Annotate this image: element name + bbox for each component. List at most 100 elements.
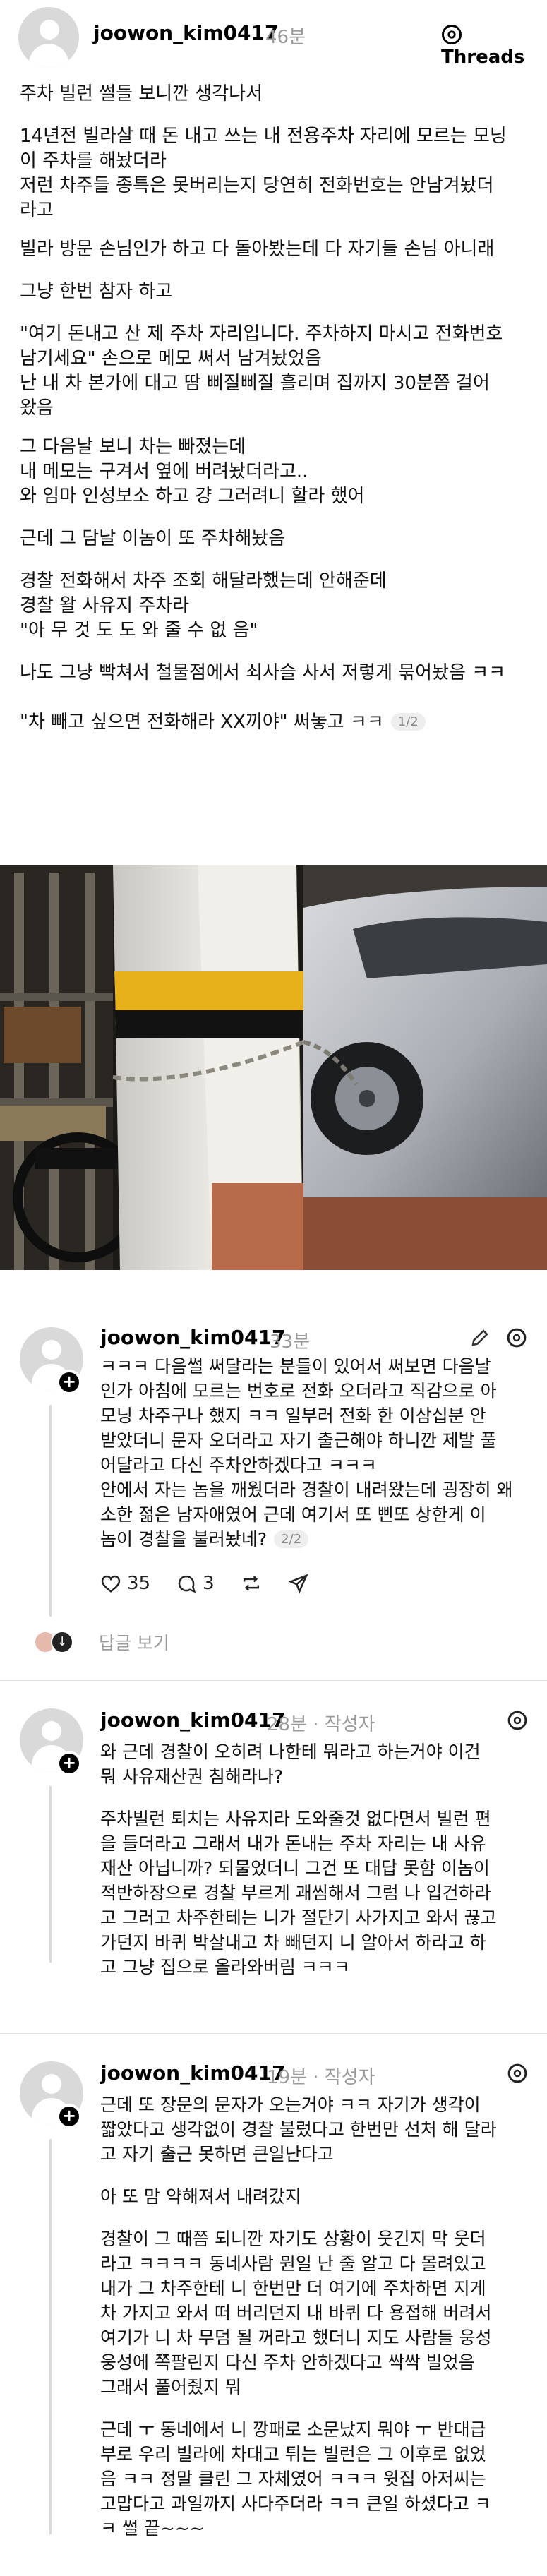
reply3-text-line: 고맙다고 과일까지 사다주더라 ㅋㅋ 큰일 하셨다고 ㅋ [100, 2493, 491, 2514]
post-time: 46분 [265, 27, 306, 48]
threads-icon [442, 25, 462, 44]
reply3-text-line: 여기가 니 차 무덤 될 꺼라고 했더니 지도 사람들 웅성 [100, 2328, 492, 2348]
share-button[interactable] [288, 1573, 309, 1594]
post-text-line: "여기 돈내고 산 제 주차 자리입니다. 주차하지 마시고 전화번호 [20, 323, 503, 345]
post-text-line: 와 임마 인성보소 하고 걍 그러려니 할라 했어 [20, 486, 365, 507]
follow-plus-icon[interactable]: + [56, 1751, 82, 1776]
reply3-text-line: 그래서 풀어줬지 뭐 [100, 2377, 241, 2397]
reply1-pager: 2/2 [274, 1530, 309, 1548]
post-text-last: "차 빼고 싶으면 전화해라 XX끼야" 써놓고 ㅋㅋ [20, 712, 384, 733]
thread-line [49, 2139, 52, 2534]
reply3-text-line: 내가 그 차주한테 니 한번만 더 여기에 주차하면 지게 [100, 2278, 486, 2299]
post-text-line: 난 내 차 본가에 대고 땀 삐질삐질 흘리며 집까지 30분쯤 걸어 [20, 373, 490, 394]
post-text-line: 주차 빌런 썰들 보니깐 생각나서 [20, 83, 263, 104]
post-text-line: 그냥 한번 참자 하고 [20, 281, 173, 302]
threads-icon[interactable] [506, 1327, 527, 1348]
threads-label: Threads [441, 47, 525, 68]
post-text-line: 내 메모는 구겨서 옆에 버려놨더라고.. [20, 461, 308, 482]
heart-icon [101, 1575, 121, 1593]
divider [0, 2033, 547, 2034]
reply1-text-line: 놈이 경찰을 불러놨네? 2/2 [100, 1526, 309, 1551]
author-tag: 작성자 [324, 2067, 375, 2088]
post-text-line: 왔음 [20, 397, 54, 419]
post-text-line: 라고 [20, 200, 54, 221]
reply3-time: 19분 [267, 2067, 308, 2088]
comment-count: 3 [203, 1573, 215, 1594]
reply1-actions [469, 1327, 527, 1348]
post-text-line: "차 빼고 싶으면 전화해라 XX끼야" 써놓고 ㅋㅋ 1/2 [20, 707, 426, 733]
like-button[interactable]: 35 [100, 1573, 150, 1594]
reply1-text-line: 안에서 자는 놈을 깨웠더라 경찰이 내려왔는데 굉장히 왜 [100, 1480, 513, 1500]
comment-button[interactable]: 3 [176, 1573, 215, 1594]
post-text-line: 빌라 방문 손님인가 하고 다 돌아봤는데 다 자기들 손님 아니래 [20, 239, 495, 260]
reply1-text-line: ㅋㅋㅋ 다음썰 써달라는 분들이 있어서 써보면 다음날 [100, 1356, 491, 1377]
author-tag: 작성자 [324, 1714, 375, 1735]
reply3-text-line: 차 가지고 와서 떠 버리던지 내 바퀴 다 용접해 버려서 [100, 2303, 492, 2323]
post-username[interactable]: joowon_kim0417 [93, 21, 278, 44]
post-text-line: 남기세요" 손으로 메모 써서 남겨놨었음 [20, 348, 322, 369]
reply2-meta: 28분 · 작성자 [267, 1714, 375, 1735]
reply2-text-line: 와 근데 경찰이 오히려 나한테 뭐라고 하는거야 이건 [100, 1742, 481, 1762]
reply2-text-line: 을 들더라고 그래서 내가 돈내는 주차 자리는 내 사유 [100, 1833, 486, 1854]
reply3-text-line: 근데 또 장문의 문자가 오는거야 ㅋㅋ 자기가 생각이 [100, 2095, 481, 2115]
chained-car-photo [0, 865, 547, 1270]
follow-plus-icon[interactable]: + [56, 1370, 82, 1395]
edit-pencil-icon[interactable] [469, 1327, 491, 1348]
reply1-text-last: 놈이 경찰을 불러놨네? [100, 1529, 268, 1550]
divider [0, 1680, 547, 1681]
reply3-text-line: 웅성에 쪽팔린지 다신 주차 안하겠다고 싹싹 빌었음 [100, 2352, 475, 2373]
reply1-time: 33분 [270, 1331, 311, 1353]
comment-icon [178, 1575, 196, 1593]
reply3-username[interactable]: joowon_kim0417 [100, 2061, 285, 2085]
reply3-text-line: 음 ㅋㅋ 정말 클린 그 자체였어 ㅋㅋㅋ 윗집 아저씨는 [100, 2469, 486, 2489]
post-text-line: 나도 그냥 빡쳐서 철물점에서 쇠사슬 사서 저렇게 묶어놨음 ㅋㅋ [20, 662, 506, 683]
reply1-action-bar: 35 3 [100, 1573, 309, 1594]
post-text-line: 근데 그 담날 이놈이 또 주차해놨음 [20, 528, 286, 549]
reply1-text-line: 인가 아침에 모르는 번호로 전화 오더라고 직감으로 아 [100, 1381, 497, 1401]
reply2-text-line: 가던지 바퀴 박살내고 차 빼던지 니 알아서 하라고 하 [100, 1932, 486, 1953]
post-pager: 1/2 [390, 713, 426, 731]
post-text-line: 14년전 빌라살 때 돈 내고 쓰는 내 전용주차 자리에 모르는 모닝 [20, 126, 507, 147]
repost-icon [243, 1576, 259, 1591]
reply3-text-line: 고 자기 출근 못하면 큰일난다고 [100, 2144, 334, 2164]
reply3-text-line: 짧았다고 생각없이 경찰 불렀다고 한번만 선처 해 달라 [100, 2119, 497, 2140]
reply3-text-line: 부로 우리 빌라에 차대고 튀는 빌런은 그 이후로 없었 [100, 2444, 486, 2464]
reply1-text-line: 받았더니 문자 오더라고 자기 출근해야 하니깐 제발 풀 [100, 1430, 497, 1451]
reply2-text-line: 주차빌런 퇴치는 사유지라 도와줄것 없다면서 빌런 편 [100, 1809, 491, 1829]
send-icon [288, 1574, 308, 1594]
post-text-line: 경찰 전화해서 차주 조회 해달라했는데 안해준데 [20, 570, 387, 592]
reply3-text-line: ㅋ 썰 끝~~~ [100, 2518, 205, 2539]
post-avatar[interactable] [18, 7, 79, 68]
post-text-line: 저런 차주들 종특은 못버리는지 당연히 전화번호는 안남겨놨더 [20, 175, 494, 196]
view-replies[interactable]: ↓ 답글 보기 [34, 1629, 169, 1655]
thread-line [49, 1786, 52, 1963]
reply2-time: 28분 [267, 1714, 308, 1735]
reply1-text-line: 모닝 차주구나 했지 ㅋㅋ 일부러 전화 한 이삼십분 안 [100, 1406, 486, 1426]
view-replies-label: 답글 보기 [99, 1633, 169, 1653]
reply3-text-line: 경찰이 그 때쯤 되니깐 자기도 상황이 웃긴지 막 웃더 [100, 2229, 486, 2249]
reply3-text-line: 아 또 맘 약해져서 내려갔지 [100, 2186, 301, 2207]
reply3-text-line: 근데 ㅜ 동네에서 니 깡패로 소문났지 뭐야 ㅜ 반대급 [100, 2419, 486, 2440]
reply2-text-line: 고 그러고 차주한테는 니가 절단기 사가지고 와서 끊고 [100, 1907, 497, 1928]
post-text-line: "아 무 것 도 도 와 줄 수 없 음" [20, 620, 258, 641]
threads-icon[interactable] [507, 1710, 528, 1731]
reply3-meta: 19분 · 작성자 [267, 2067, 375, 2088]
reply2-text-line: 고 그냥 집으로 올라와버림 ㅋㅋㅋ [100, 1957, 350, 1977]
repost-button[interactable] [240, 1573, 263, 1594]
reply2-text-line: 뭐 사유재산권 침해라나? [100, 1766, 284, 1787]
post-text-line: 경찰 왈 사유지 주차라 [20, 595, 190, 616]
post-text-line: 이 주차를 해놨더라 [20, 150, 167, 172]
reply2-username[interactable]: joowon_kim0417 [100, 1708, 285, 1732]
reply1-username[interactable]: joowon_kim0417 [100, 1326, 285, 1349]
like-count: 35 [127, 1573, 151, 1594]
replier-avatar: ↓ [51, 1631, 73, 1653]
threads-brand[interactable]: Threads [441, 24, 547, 68]
reply2-text-line: 재산 아닙니까? 되물었더니 그건 또 대답 못함 이놈이 [100, 1858, 490, 1879]
reply3-text-line: 라고 ㅋㅋㅋㅋ 동네사람 뭔일 난 줄 알고 다 몰려있고 [100, 2253, 486, 2274]
thread-line [49, 1405, 52, 1617]
post-photo[interactable] [0, 865, 547, 1270]
follow-plus-icon[interactable]: + [56, 2104, 82, 2129]
threads-icon[interactable] [507, 2063, 528, 2084]
reply2-text-line: 적반하장으로 경찰 부르게 괘씸해서 그럼 나 입건하라 [100, 1883, 491, 1903]
post-text-line: 그 다음날 보니 차는 빠졌는데 [20, 436, 246, 457]
